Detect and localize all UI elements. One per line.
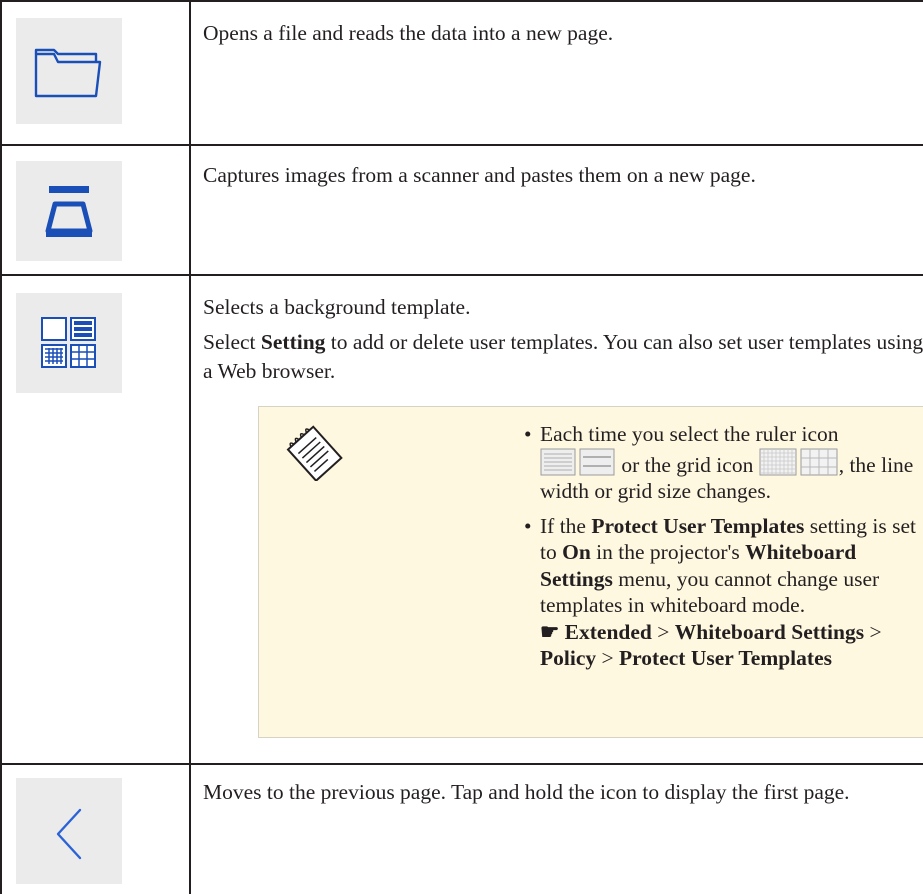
row-description: Selects a background template. Select Se… (203, 293, 923, 386)
notepad-icon (286, 425, 343, 481)
menu-path-extended[interactable]: Extended (565, 620, 652, 644)
text-span: Each time you select the ruler icon (540, 422, 839, 446)
protect-user-templates-term: Protect User Templates (591, 513, 805, 538)
menu-path-policy[interactable]: Policy (540, 646, 596, 670)
row-divider (0, 274, 923, 276)
open-file-description: Opens a file and reads the data into a n… (203, 21, 614, 45)
text-span: If the (540, 513, 592, 538)
note-bullet: Each time you select the ruler icon or t… (524, 421, 923, 505)
folder-icon (34, 48, 102, 98)
on-term: On (562, 540, 591, 564)
note-list: Each time you select the ruler icon or t… (524, 421, 923, 680)
template-button[interactable] (16, 293, 122, 393)
template-icon (41, 317, 96, 368)
row-divider (0, 0, 923, 2)
row-divider (0, 763, 923, 765)
setting-term: Setting (260, 330, 326, 354)
grid-icon (759, 448, 838, 475)
open-file-button[interactable] (16, 18, 122, 124)
template-description-line1: Selects a background template. (203, 295, 471, 319)
table-column-divider (189, 0, 191, 894)
template-description-line2: Select Setting to add or delete user tem… (203, 328, 923, 386)
scanner-button[interactable] (16, 161, 122, 261)
row-description: Captures images from a scanner and paste… (203, 161, 923, 190)
note-bullet: If the Protect User Templates setting is… (524, 513, 923, 672)
menu-path-separator: > (657, 619, 670, 644)
row-description: Opens a file and reads the data into a n… (203, 19, 903, 48)
table-left-border (0, 0, 2, 894)
menu-path: ☛ Extended > Whiteboard Settings > Polic… (540, 620, 882, 671)
row-description: Moves to the previous page. Tap and hold… (203, 778, 893, 807)
menu-path-separator: > (869, 619, 882, 644)
scanner-description: Captures images from a scanner and paste… (203, 163, 756, 187)
ruler-icon (540, 448, 615, 475)
scanner-icon (45, 186, 93, 237)
menu-path-protect-user-templates[interactable]: Protect User Templates (619, 646, 832, 670)
row-divider (0, 144, 923, 146)
feature-table: Opens a file and reads the data into a n… (0, 0, 923, 894)
chevron-left-icon (56, 808, 82, 860)
pointing-hand-icon: ☛ (540, 619, 560, 644)
text-span: Select (203, 330, 261, 354)
menu-path-separator: > (601, 646, 614, 670)
text-span: in the projector's (590, 540, 746, 564)
previous-page-button[interactable] (16, 778, 122, 884)
previous-page-description: Moves to the previous page. Tap and hold… (203, 780, 850, 804)
menu-path-whiteboard-settings[interactable]: Whiteboard Settings (675, 620, 864, 644)
text-span: or the grid icon (616, 452, 759, 477)
